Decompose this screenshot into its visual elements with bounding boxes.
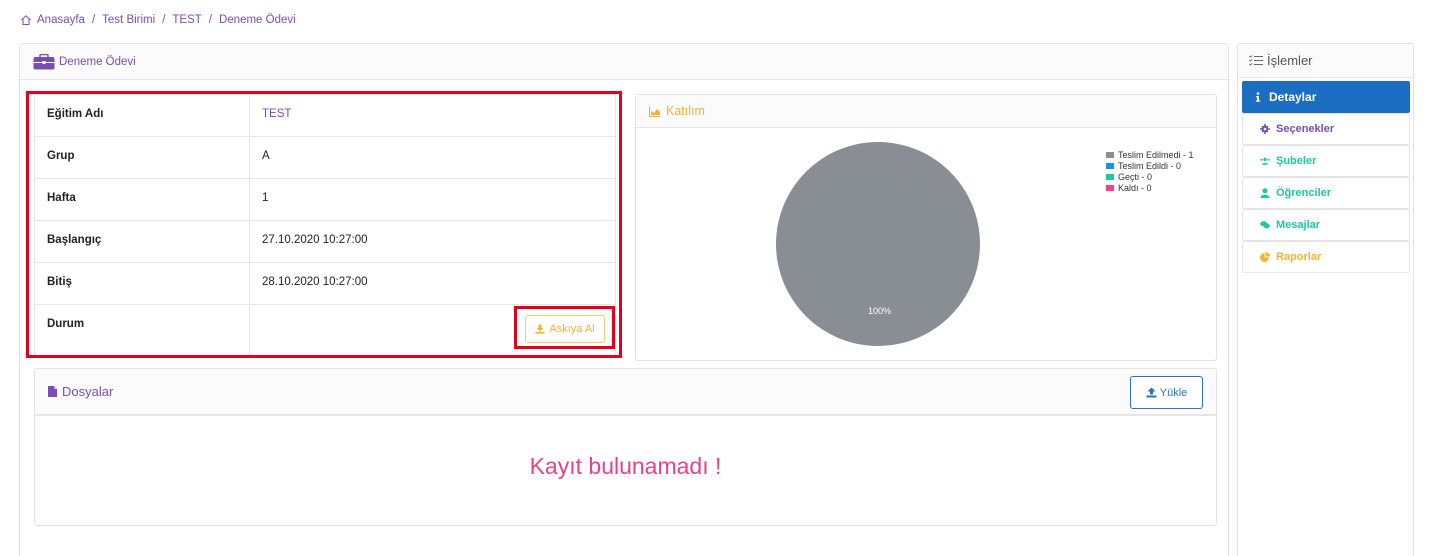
chart-legend: Teslim Edilmedi - 1 Teslim Edildi - 0 Ge…: [1105, 149, 1194, 193]
detail-row: Başlangıç 27.10.2020 10:27:00: [35, 221, 615, 263]
sidebar-item-details[interactable]: Detaylar: [1242, 81, 1410, 113]
sidebar-item-reports[interactable]: Raporlar: [1242, 241, 1410, 273]
detail-value-start: 27.10.2020 10:27:00: [262, 234, 368, 246]
sidebar-item-label: Raporlar: [1276, 251, 1322, 263]
sidebar-item-label: Mesajlar: [1276, 219, 1321, 231]
legend-swatch: [1105, 183, 1115, 192]
detail-value-group: A: [262, 150, 270, 162]
upload-icon: [1146, 387, 1157, 398]
detail-row: Grup A: [35, 137, 615, 179]
legend-label: Teslim Edilmedi - 1: [1118, 149, 1194, 160]
sidebar-item-options[interactable]: Seçenekler: [1242, 113, 1410, 145]
detail-table: Eğitim Adı TEST Grup A Hafta 1 Başlangıç…: [34, 94, 616, 356]
detail-row: Durum Askıya Al: [35, 305, 615, 355]
breadcrumb-separator: /: [91, 14, 96, 26]
briefcase-icon: [33, 53, 55, 69]
legend-label: Teslim Edildi - 0: [1118, 160, 1182, 171]
actions-sidebar: İşlemler Detaylar Seçenekler Şubeler Öğr…: [1237, 43, 1414, 556]
files-card: Dosyalar Yükle Kayıt bulunamadı !: [34, 368, 1217, 526]
legend-item[interactable]: Kaldı - 0: [1105, 182, 1194, 193]
detail-value-week: 1: [262, 192, 269, 204]
breadcrumb-course[interactable]: TEST: [172, 14, 201, 26]
home-icon: [21, 15, 31, 25]
assignment-card: Deneme Ödevi Eğitim Adı TEST Grup A Haft…: [19, 43, 1229, 556]
detail-label: Hafta: [35, 179, 250, 220]
pie-chart-icon: [1260, 252, 1270, 262]
assignment-title: Deneme Ödevi: [59, 55, 136, 68]
detail-row: Eğitim Adı TEST: [35, 95, 615, 137]
breadcrumb: Anasayfa / Test Birimi / TEST / Deneme Ö…: [20, 14, 296, 26]
detail-label: Grup: [35, 137, 250, 178]
detail-row: Hafta 1: [35, 179, 615, 221]
participation-header: Katılım: [636, 95, 1216, 128]
actions-header: İşlemler: [1238, 44, 1413, 78]
participation-title: Katılım: [666, 104, 705, 118]
breadcrumb-home[interactable]: Anasayfa: [37, 14, 85, 26]
sidebar-item-label: Seçenekler: [1276, 123, 1335, 135]
legend-swatch: [1105, 150, 1115, 159]
legend-swatch: [1105, 172, 1115, 181]
users-icon: [1260, 157, 1270, 165]
legend-label: Kaldı - 0: [1118, 182, 1152, 193]
files-header: Dosyalar Yükle: [35, 369, 1216, 416]
legend-item[interactable]: Teslim Edilmedi - 1: [1105, 149, 1194, 160]
file-icon: [48, 386, 57, 397]
participation-card: Katılım 100% Teslim Edilmedi - 1 Teslim …: [635, 94, 1217, 361]
sidebar-item-label: Detaylar: [1269, 90, 1317, 104]
assignment-header: Deneme Ödevi: [20, 44, 1228, 80]
breadcrumb-current[interactable]: Deneme Ödevi: [219, 14, 296, 26]
detail-label: Eğitim Adı: [35, 95, 250, 136]
detail-row: Bitiş 28.10.2020 10:27:00: [35, 263, 615, 305]
detail-label: Durum: [35, 305, 250, 355]
sidebar-item-label: Öğrenciler: [1276, 187, 1332, 199]
detail-value-end: 28.10.2020 10:27:00: [262, 276, 368, 288]
pie-percentage-label: 100%: [868, 306, 892, 316]
upload-button[interactable]: Yükle: [1130, 376, 1203, 409]
suspend-button[interactable]: Askıya Al: [525, 315, 605, 343]
legend-label: Geçti - 0: [1118, 171, 1153, 182]
user-icon: [1260, 188, 1270, 198]
sidebar-item-messages[interactable]: Mesajlar: [1242, 209, 1410, 241]
breadcrumb-separator: /: [162, 14, 166, 26]
legend-item[interactable]: Teslim Edildi - 0: [1105, 160, 1194, 171]
legend-item[interactable]: Geçti - 0: [1105, 171, 1194, 182]
sidebar-item-label: Şubeler: [1276, 155, 1317, 167]
detail-label: Başlangıç: [35, 221, 250, 262]
upload-button-label: Yükle: [1159, 386, 1188, 399]
gear-icon: [1260, 124, 1270, 134]
empty-message: Kayıt bulunamadı !: [529, 453, 722, 479]
actions-title: İşlemler: [1267, 53, 1313, 68]
sidebar-item-branches[interactable]: Şubeler: [1242, 145, 1410, 177]
comments-icon: [1260, 221, 1270, 229]
sidebar-item-students[interactable]: Öğrenciler: [1242, 177, 1410, 209]
info-icon: [1255, 92, 1261, 102]
suspend-button-label: Askıya Al: [549, 323, 595, 335]
detail-value-course[interactable]: TEST: [250, 95, 615, 136]
breadcrumb-unit[interactable]: Test Birimi: [102, 14, 155, 26]
files-title: Dosyalar: [62, 384, 114, 399]
area-chart-icon: [649, 106, 661, 117]
detail-value-status: Askıya Al: [250, 305, 615, 355]
detail-label: Bitiş: [35, 263, 250, 304]
download-icon: [535, 324, 545, 334]
breadcrumb-separator: /: [208, 14, 212, 26]
list-icon: [1249, 55, 1263, 66]
legend-swatch: [1105, 161, 1115, 170]
